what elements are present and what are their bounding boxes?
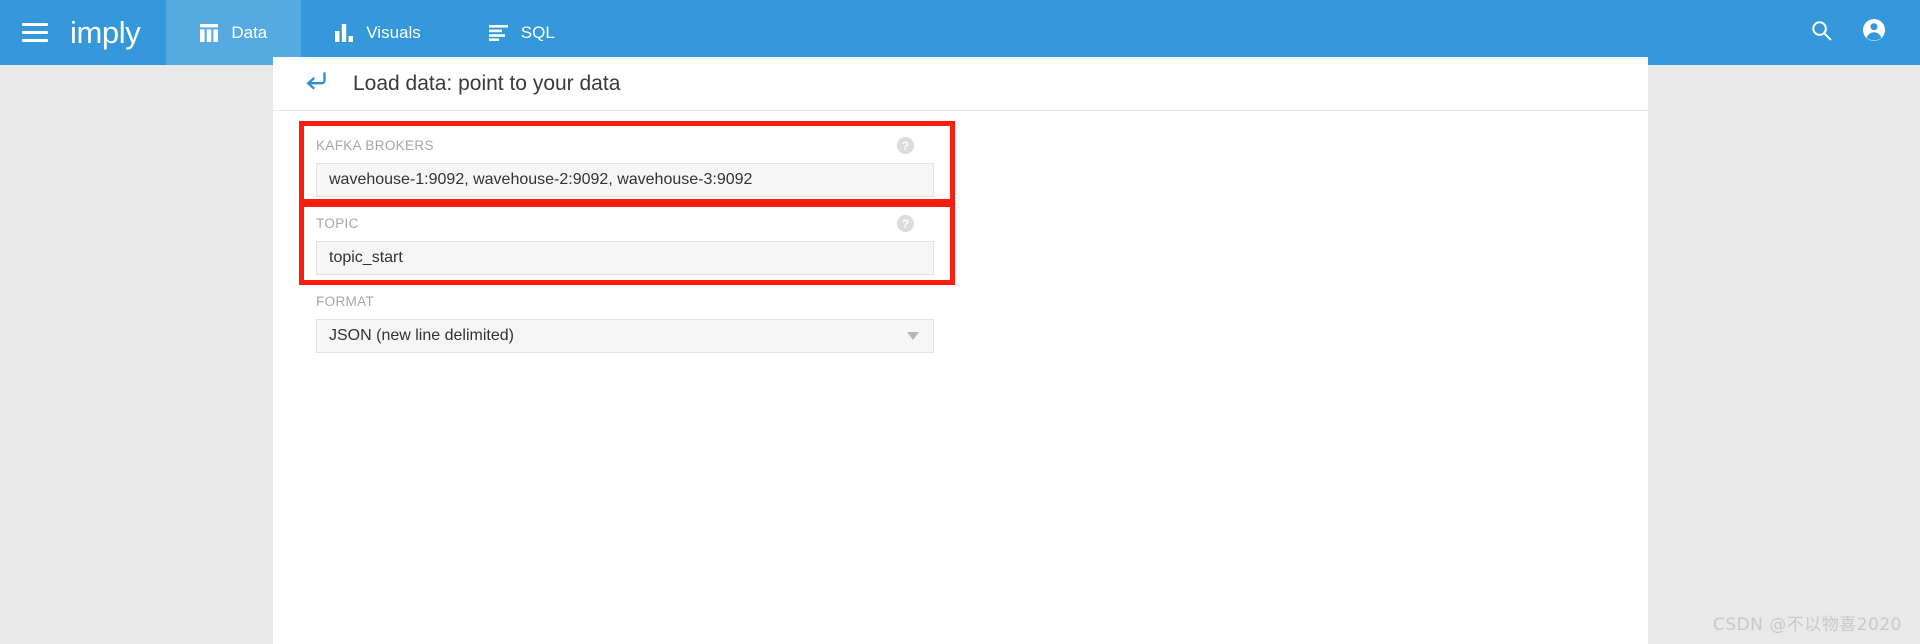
text-lines-icon [488,24,508,41]
topbar-actions [1811,0,1920,65]
back-arrow-icon[interactable] [305,72,327,95]
nav-tab-data-label: Data [231,22,268,42]
chevron-down-icon[interactable] [907,332,919,340]
hamburger-line [22,31,48,34]
field-format: FORMAT JSON (new line delimited) [303,281,951,359]
nav-tab-data[interactable]: Data [166,0,302,65]
field-format-header: FORMAT [303,290,925,313]
nav-tab-visuals-label: Visuals [366,22,421,42]
format-select[interactable]: JSON (new line delimited) [316,319,934,353]
field-kafka-brokers-header: KAFKA BROKERS ? [303,134,925,157]
brand-logo-text[interactable]: imply [70,17,141,48]
content-panel: Load data: point to your data KAFKA BROK… [273,57,1648,644]
kafka-brokers-value: wavehouse-1:9092, wavehouse-2:9092, wave… [329,171,753,188]
panel-header: Load data: point to your data [273,57,1648,111]
account-circle-icon[interactable] [1862,18,1886,47]
field-topic-header: TOPIC ? [303,212,925,235]
hamburger-menu-icon[interactable] [22,23,48,42]
field-kafka-brokers-label: KAFKA BROKERS [316,138,434,153]
field-kafka-brokers: KAFKA BROKERS ? wavehouse-1:9092, waveho… [299,121,955,207]
table-chart-icon [200,23,219,42]
nav-tab-visuals[interactable]: Visuals [301,0,455,65]
nav-tab-sql-label: SQL [520,22,555,42]
search-icon[interactable] [1811,20,1832,46]
bar-chart-icon [335,23,354,42]
nav-tab-sql[interactable]: SQL [455,0,589,65]
format-value: JSON (new line delimited) [329,327,514,344]
top-navigation-bar: imply Data Visuals SQL [0,0,1920,65]
topic-value: topic_start [329,249,403,266]
page-title: Load data: point to your data [353,71,621,95]
field-topic: TOPIC ? topic_start [299,199,955,285]
field-topic-label: TOPIC [316,216,359,231]
panel-body: KAFKA BROKERS ? wavehouse-1:9092, waveho… [273,111,1648,359]
brand-area: imply [0,0,167,65]
hamburger-line [22,23,48,26]
topic-input[interactable]: topic_start [316,241,934,275]
help-circle-icon[interactable]: ? [897,137,914,154]
help-circle-icon[interactable]: ? [897,215,914,232]
form-fields: KAFKA BROKERS ? wavehouse-1:9092, waveho… [299,121,955,359]
field-format-label: FORMAT [316,294,375,309]
hamburger-line [22,39,48,42]
kafka-brokers-input[interactable]: wavehouse-1:9092, wavehouse-2:9092, wave… [316,163,934,197]
watermark: CSDN @不以物喜2020 [1712,615,1902,635]
